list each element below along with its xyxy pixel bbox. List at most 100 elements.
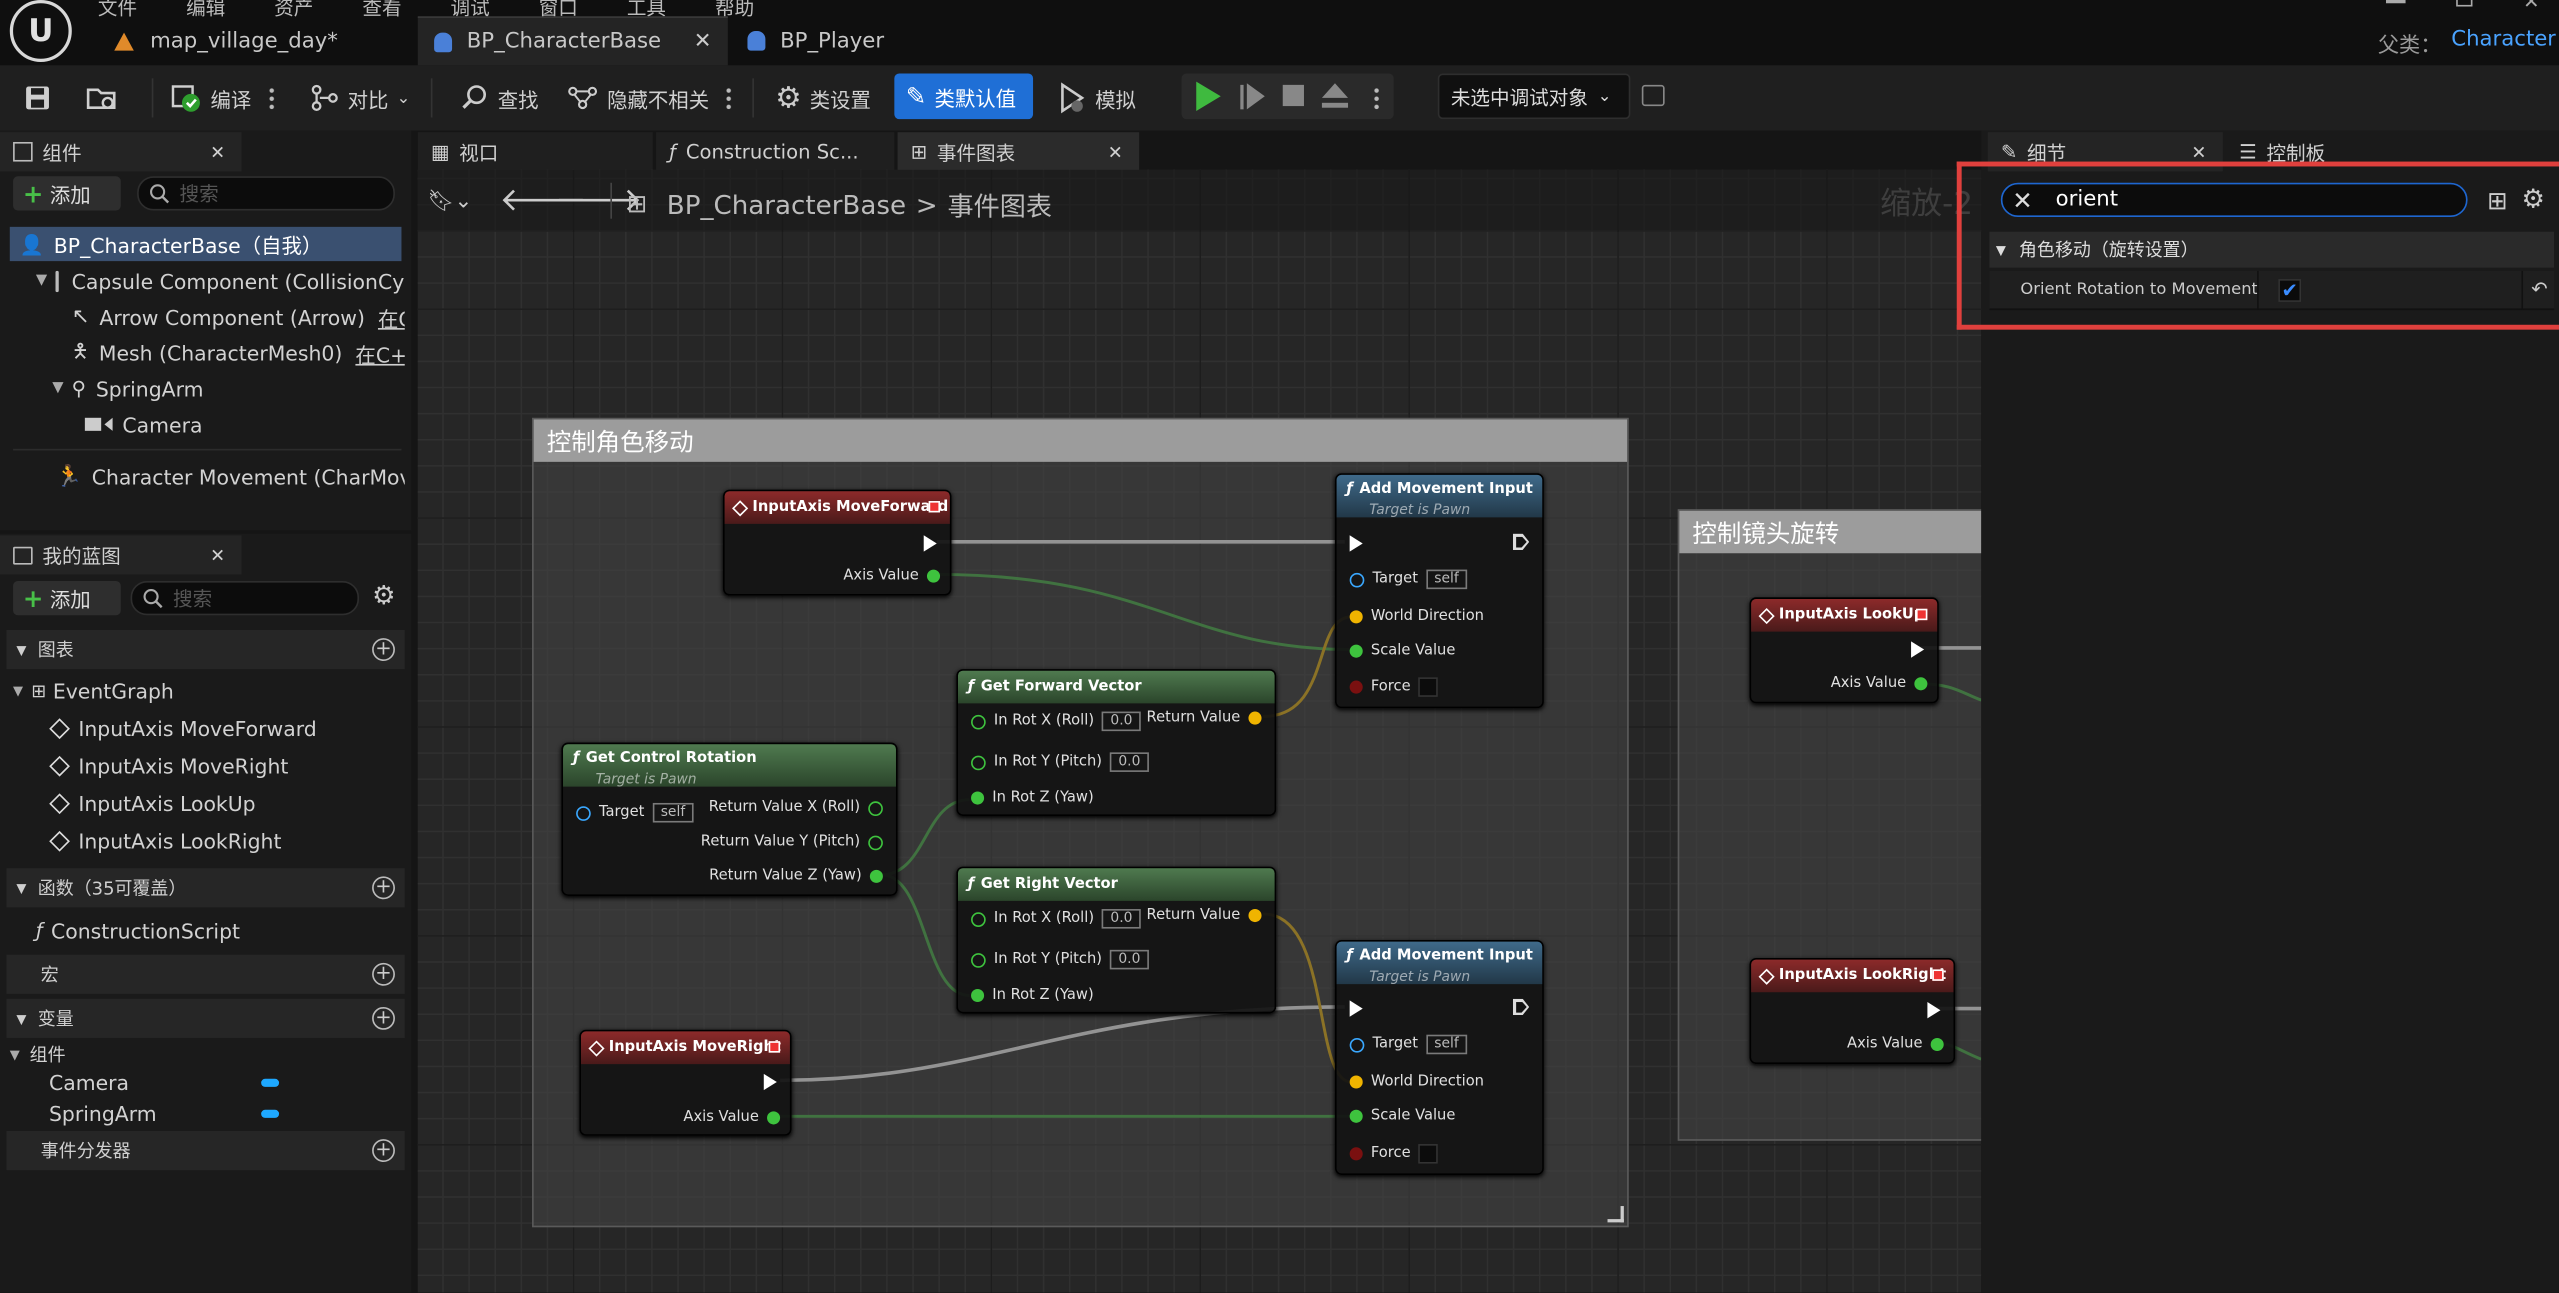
minimize-icon[interactable]: [2385, 0, 2406, 4]
class-settings-button[interactable]: ⚙ 类设置: [775, 77, 871, 119]
play-icon[interactable]: [1196, 81, 1221, 111]
node-add-movement-input[interactable]: ƒ Add Movement Input Target is Pawn Targe…: [1334, 473, 1544, 709]
exec-out-pin[interactable]: [1512, 533, 1530, 550]
node-inputaxis-lookright[interactable]: InputAxis LookRight Axis Value: [1749, 957, 1956, 1065]
axis-value-pin[interactable]: Axis Value: [1847, 1036, 1944, 1053]
close-tab-icon[interactable]: ✕: [210, 141, 225, 162]
component-item-camera[interactable]: Camera: [84, 410, 202, 439]
dispatchers-category[interactable]: 事件分发器 +: [6, 1130, 405, 1171]
add-blueprint-item-button[interactable]: + 添加: [13, 580, 121, 616]
exec-out-pin[interactable]: [1512, 998, 1530, 1016]
debug-filter-icon[interactable]: [1641, 84, 1665, 107]
in-rot-z-pin[interactable]: In Rot Z (Yaw): [971, 790, 1094, 806]
variable-item-camera[interactable]: Camera: [49, 1067, 392, 1096]
add-function-icon[interactable]: +: [372, 876, 395, 900]
variable-item-springarm[interactable]: SpringArm: [49, 1098, 392, 1127]
target-pin[interactable]: Target self: [1349, 569, 1467, 590]
step-icon[interactable]: [1240, 83, 1266, 111]
component-item-springarm[interactable]: ▼ ⚲ SpringArm: [52, 374, 203, 403]
function-item-constructionscript[interactable]: ƒ ConstructionScript: [36, 916, 240, 945]
component-item-capsule[interactable]: ▼ Capsule Component (CollisionCylin: [36, 266, 405, 295]
component-item-arrow[interactable]: ↖ Arrow Component (Arrow) 在C++: [72, 302, 405, 331]
save-button[interactable]: [23, 77, 52, 119]
component-item-mesh[interactable]: 🯅 Mesh (CharacterMesh0) 在C++中: [72, 338, 405, 367]
stop-icon[interactable]: [1282, 84, 1304, 107]
simulate-button[interactable]: 模拟: [1058, 77, 1136, 119]
return-value-pin[interactable]: Return Value: [1147, 907, 1262, 924]
node-inputaxis-moveforward[interactable]: InputAxis MoveForward Axis Value: [722, 489, 952, 596]
node-inputaxis-moveright[interactable]: InputAxis MoveRight Axis Value: [579, 1029, 792, 1136]
force-checkbox[interactable]: [1418, 1144, 1439, 1164]
tab-bp-characterbase[interactable]: BP_CharacterBase ✕: [417, 16, 728, 66]
functions-category[interactable]: ▼ 函数（35可覆盖） +: [6, 868, 405, 908]
axis-value-pin[interactable]: Axis Value: [683, 1110, 781, 1126]
close-tab-icon[interactable]: ✕: [2191, 141, 2206, 162]
more-options-icon[interactable]: [726, 86, 732, 110]
add-variable-icon[interactable]: +: [372, 1006, 395, 1030]
hide-unrelated-button[interactable]: 隐藏不相关: [566, 77, 709, 119]
debug-target-dropdown[interactable]: 未选中调试对象 ⌄: [1437, 73, 1631, 120]
resize-handle-icon[interactable]: [1607, 1206, 1624, 1223]
settings-gear-icon[interactable]: ⚙: [372, 579, 395, 610]
event-item[interactable]: InputAxis LookRight: [49, 826, 281, 855]
event-item[interactable]: InputAxis LookUp: [49, 788, 256, 817]
node-get-control-rotation[interactable]: ƒ Get Control Rotation Target is Pawn Tar…: [561, 742, 898, 896]
component-item-self[interactable]: 👤 BP_CharacterBase（自我）: [9, 226, 402, 262]
my-blueprint-tab[interactable]: 我的蓝图 ✕: [0, 535, 242, 575]
event-item[interactable]: InputAxis MoveForward: [49, 713, 317, 742]
exec-out-pin[interactable]: [763, 1073, 777, 1091]
graph-item-eventgraph[interactable]: ▼ ⊞ EventGraph: [13, 676, 174, 705]
node-inputaxis-lookup[interactable]: InputAxis LookUp Axis Value: [1749, 597, 1939, 704]
force-checkbox[interactable]: [1418, 677, 1439, 697]
delegate-pin-icon[interactable]: [928, 501, 941, 513]
components-tab[interactable]: 组件 ✕: [0, 132, 242, 172]
tab-bp-player[interactable]: BP_Player: [731, 16, 959, 65]
component-item-charmovement[interactable]: 🏃 Character Movement (CharMoveCo: [55, 462, 404, 491]
close-window-icon[interactable]: ✕: [2523, 0, 2539, 13]
node-get-right-vector[interactable]: ƒ Get Right Vector In Rot X (Roll) 0.0 Ret…: [956, 866, 1277, 1014]
unreal-logo-icon[interactable]: U: [9, 0, 72, 63]
blueprint-search-input[interactable]: 搜索: [130, 580, 360, 616]
eject-icon[interactable]: [1321, 83, 1349, 109]
in-rot-x-pin[interactable]: In Rot X (Roll) 0.0: [971, 909, 1141, 929]
maximize-icon[interactable]: [2456, 0, 2473, 7]
variable-group-components[interactable]: ▼ 组件: [10, 1041, 66, 1067]
close-tab-icon[interactable]: ✕: [694, 29, 712, 53]
add-component-button[interactable]: + 添加: [13, 176, 121, 211]
return-z-pin[interactable]: Return Value Z (Yaw): [709, 868, 883, 885]
add-graph-icon[interactable]: +: [372, 638, 395, 661]
graph-canvas[interactable]: 🔖︎⌄ 🡐 🡒 ⊞ BP_CharacterBase > 事件图表 缩放-2 控…: [417, 169, 1982, 1293]
axis-value-pin[interactable]: Axis Value: [1831, 676, 1928, 692]
world-direction-pin[interactable]: World Direction: [1349, 609, 1484, 625]
force-pin[interactable]: Force: [1349, 1144, 1439, 1164]
delegate-pin-icon[interactable]: [1915, 608, 1928, 621]
axis-value-pin[interactable]: Axis Value: [843, 568, 941, 584]
in-rot-z-pin[interactable]: In Rot Z (Yaw): [971, 987, 1094, 1004]
force-pin[interactable]: Force: [1349, 677, 1439, 697]
in-rot-x-pin[interactable]: In Rot X (Roll) 0.0: [971, 711, 1141, 732]
in-rot-y-pin[interactable]: In Rot Y (Pitch) 0.0: [971, 752, 1149, 772]
event-item[interactable]: InputAxis MoveRight: [49, 751, 288, 780]
add-macro-icon[interactable]: +: [372, 962, 395, 986]
target-pin[interactable]: Target self: [576, 802, 694, 823]
exec-in-pin[interactable]: [1349, 535, 1363, 552]
play-options-icon[interactable]: [1374, 86, 1380, 110]
return-y-pin[interactable]: Return Value Y (Pitch): [701, 834, 883, 850]
target-pin[interactable]: Target self: [1349, 1034, 1467, 1055]
tab-construction-script[interactable]: ƒ Construction Sc...: [656, 132, 895, 172]
return-value-pin[interactable]: Return Value: [1147, 710, 1262, 726]
close-tab-icon[interactable]: ✕: [210, 544, 225, 565]
close-tab-icon[interactable]: ✕: [1108, 141, 1123, 162]
tab-viewport[interactable]: ▦ 视口: [417, 132, 653, 172]
find-button[interactable]: 查找: [460, 77, 539, 119]
diff-button[interactable]: 对比 ⌄: [310, 77, 410, 119]
parent-class-link[interactable]: Character: [2451, 28, 2556, 59]
variables-category[interactable]: ▼ 变量 +: [6, 998, 405, 1038]
class-defaults-button[interactable]: ✎ 类默认值: [894, 73, 1034, 120]
scale-value-pin[interactable]: Scale Value: [1349, 643, 1455, 659]
in-rot-y-pin[interactable]: In Rot Y (Pitch) 0.0: [971, 949, 1149, 970]
compile-options-icon[interactable]: [269, 86, 275, 110]
add-dispatcher-icon[interactable]: +: [372, 1139, 395, 1162]
world-direction-pin[interactable]: World Direction: [1349, 1074, 1484, 1090]
macros-category[interactable]: 宏 +: [6, 954, 405, 994]
